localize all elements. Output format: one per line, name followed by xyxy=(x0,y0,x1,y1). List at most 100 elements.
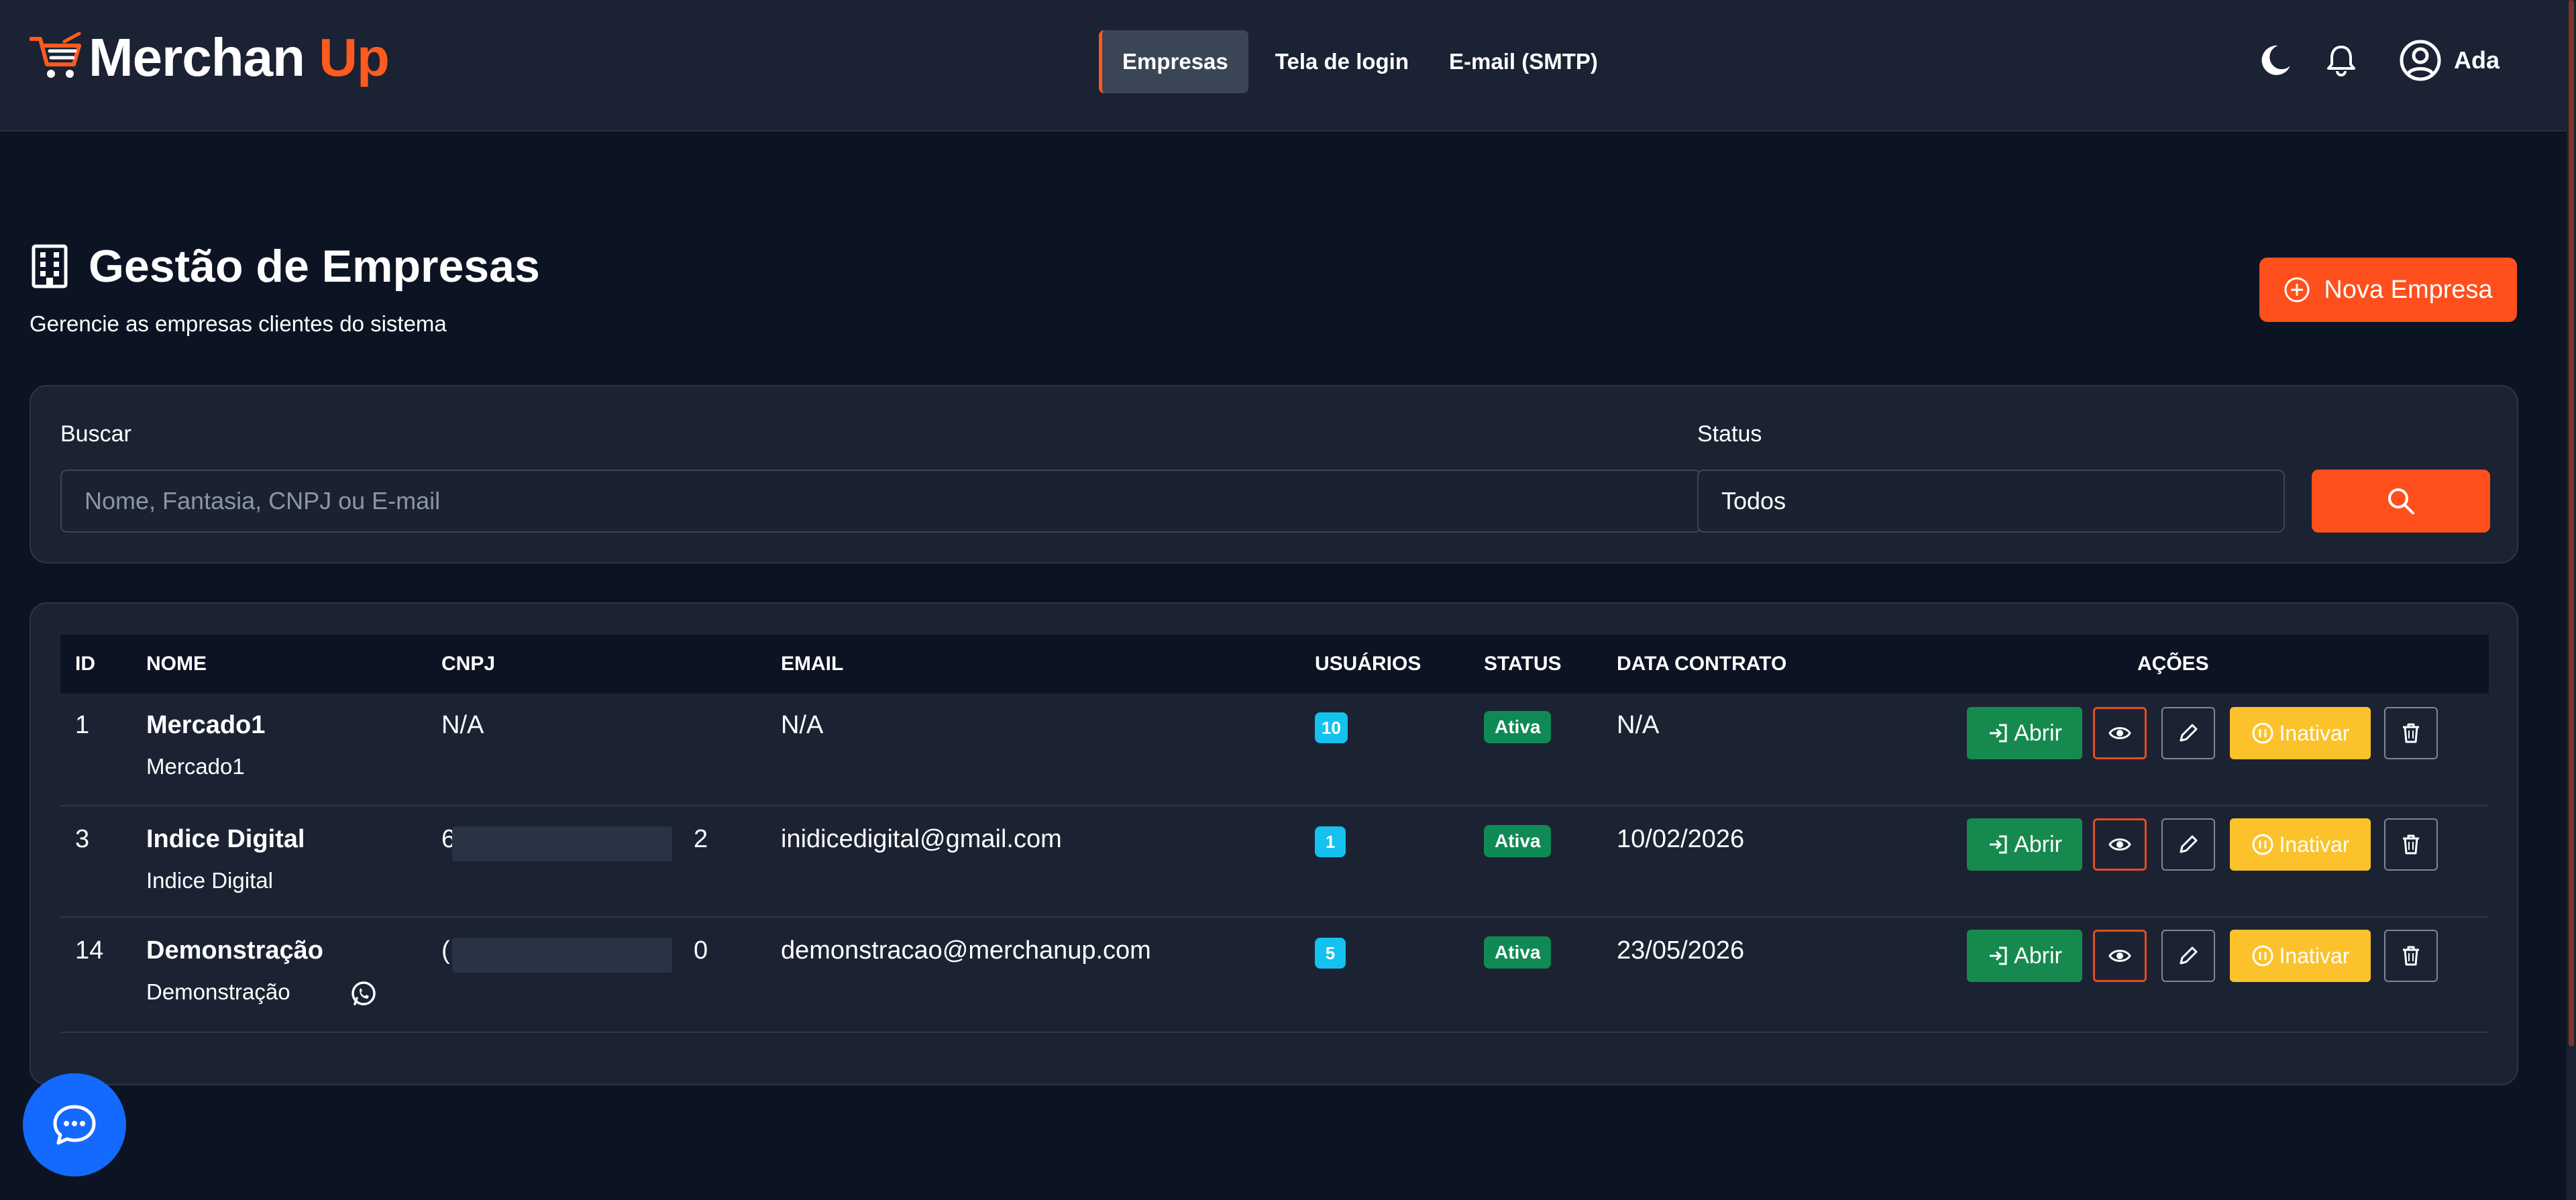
cell-fantasia: Indice Digital xyxy=(146,868,273,893)
view-button[interactable] xyxy=(2093,930,2147,982)
eye-icon xyxy=(2108,727,2131,739)
pause-circle-icon xyxy=(2252,834,2273,855)
page: Merchan Up Empresas Tela de login E-mail… xyxy=(0,0,2576,1200)
edit-button[interactable] xyxy=(2161,707,2215,759)
users-badge: 10 xyxy=(1315,712,1348,743)
whatsapp-icon[interactable] xyxy=(349,979,378,1009)
theme-toggle-button[interactable] xyxy=(2255,40,2296,80)
cell-email: inidicedigital@gmail.com xyxy=(781,825,1062,853)
col-nome: NOME xyxy=(146,653,207,675)
cart-icon xyxy=(30,32,81,78)
brand-name-part-1: Merchan xyxy=(89,28,305,87)
nav-item-email-smtp[interactable]: E-mail (SMTP) xyxy=(1429,30,1618,93)
search-input[interactable]: Nome, Fantasia, CNPJ ou E-mail xyxy=(60,470,1701,533)
users-badge: 5 xyxy=(1315,938,1346,969)
open-button[interactable]: Abrir xyxy=(1967,707,2082,759)
nav-item-empresas[interactable]: Empresas xyxy=(1099,30,1248,93)
cell-fantasia: Demonstração xyxy=(146,979,290,1004)
open-button[interactable]: Abrir xyxy=(1967,930,2082,982)
bell-icon xyxy=(2326,46,2355,76)
pause-circle-icon xyxy=(2252,722,2273,744)
companies-table-card: ID NOME CNPJ EMAIL USUÁRIOS STATUS DATA … xyxy=(30,602,2518,1085)
deactivate-label: Inativar xyxy=(2279,832,2350,857)
cell-cnpj: N/A xyxy=(441,711,484,739)
new-company-button[interactable]: Nova Empresa xyxy=(2259,258,2517,322)
new-company-label: Nova Empresa xyxy=(2324,275,2493,304)
sign-in-icon xyxy=(1990,946,2007,965)
table-row: 14 Demonstração Demonstração ( 0 demonst… xyxy=(60,918,2489,1033)
cell-date: 10/02/2026 xyxy=(1617,825,1745,853)
col-status: STATUS xyxy=(1484,653,1562,675)
cell-id: 3 xyxy=(75,825,90,853)
cnpj-redaction xyxy=(452,826,672,861)
view-button[interactable] xyxy=(2093,707,2147,759)
sign-in-icon xyxy=(1990,724,2007,743)
user-circle-icon xyxy=(2400,40,2441,81)
page-scrollbar[interactable] xyxy=(2567,0,2576,1200)
cell-email: N/A xyxy=(781,711,824,739)
eye-icon xyxy=(2108,950,2131,962)
table-row: 3 Indice Digital Indice Digital 6 2 inid… xyxy=(60,806,2489,918)
filter-card: Buscar Nome, Fantasia, CNPJ ou E-mail St… xyxy=(30,385,2518,563)
cell-cnpj-end: 0 xyxy=(694,936,708,965)
sign-in-icon xyxy=(1990,835,2007,854)
cell-id: 14 xyxy=(75,936,104,965)
open-button[interactable]: Abrir xyxy=(1967,818,2082,871)
deactivate-button[interactable]: Inativar xyxy=(2230,930,2371,982)
view-button[interactable] xyxy=(2093,818,2147,871)
col-cnpj: CNPJ xyxy=(441,653,496,675)
nav-item-tela-de-login[interactable]: Tela de login xyxy=(1255,30,1429,93)
delete-button[interactable] xyxy=(2384,930,2438,982)
open-label: Abrir xyxy=(2014,942,2062,969)
trash-icon xyxy=(2403,834,2419,855)
col-acoes: AÇÕES xyxy=(2137,653,2209,675)
pencil-icon xyxy=(2180,835,2198,853)
delete-button[interactable] xyxy=(2384,707,2438,759)
deactivate-label: Inativar xyxy=(2279,720,2350,745)
col-usuarios: USUÁRIOS xyxy=(1315,653,1421,675)
status-badge: Ativa xyxy=(1484,825,1552,857)
trash-icon xyxy=(2403,946,2419,966)
user-name: Ada xyxy=(2453,46,2500,74)
search-icon xyxy=(2388,488,2414,514)
chat-button[interactable] xyxy=(23,1073,126,1177)
open-label: Abrir xyxy=(2014,720,2062,746)
header-actions: Ada xyxy=(2230,39,2500,82)
status-badge: Ativa xyxy=(1484,936,1552,969)
cell-cnpj-start: ( xyxy=(441,936,450,965)
eye-icon xyxy=(2108,838,2131,851)
cnpj-redaction xyxy=(452,938,672,973)
top-navbar: Merchan Up Empresas Tela de login E-mail… xyxy=(0,0,2567,131)
page-heading: Gestão de Empresas xyxy=(30,240,540,292)
building-icon xyxy=(32,244,68,288)
status-label: Status xyxy=(1697,421,1762,447)
cell-name: Indice Digital xyxy=(146,825,305,853)
deactivate-button[interactable]: Inativar xyxy=(2230,818,2371,871)
search-button[interactable] xyxy=(2312,470,2490,533)
notifications-button[interactable] xyxy=(2321,40,2361,80)
pause-circle-icon xyxy=(2252,945,2273,967)
status-badge: Ativa xyxy=(1484,711,1552,743)
cell-date: N/A xyxy=(1617,711,1660,739)
status-select[interactable]: Todos xyxy=(1697,470,2285,533)
brand-name: Merchan Up xyxy=(89,27,390,89)
pencil-icon xyxy=(2180,724,2198,742)
moon-icon xyxy=(2261,45,2290,75)
users-badge: 1 xyxy=(1315,826,1346,857)
brand-logo[interactable]: Merchan Up xyxy=(30,27,390,89)
search-label: Buscar xyxy=(60,421,131,447)
scrollbar-thumb[interactable] xyxy=(2569,0,2574,1046)
edit-button[interactable] xyxy=(2161,818,2215,871)
cell-name: Mercado1 xyxy=(146,711,266,739)
edit-button[interactable] xyxy=(2161,930,2215,982)
deactivate-button[interactable]: Inativar xyxy=(2230,707,2371,759)
brand-name-part-2: Up xyxy=(319,28,390,87)
page-title: Gestão de Empresas xyxy=(89,241,540,292)
col-id: ID xyxy=(75,653,95,675)
trash-icon xyxy=(2403,723,2419,743)
cell-cnpj-end: 2 xyxy=(694,825,708,853)
cell-fantasia: Mercado1 xyxy=(146,754,245,779)
user-menu[interactable]: Ada xyxy=(2399,39,2500,82)
col-email: EMAIL xyxy=(781,653,844,675)
delete-button[interactable] xyxy=(2384,818,2438,871)
